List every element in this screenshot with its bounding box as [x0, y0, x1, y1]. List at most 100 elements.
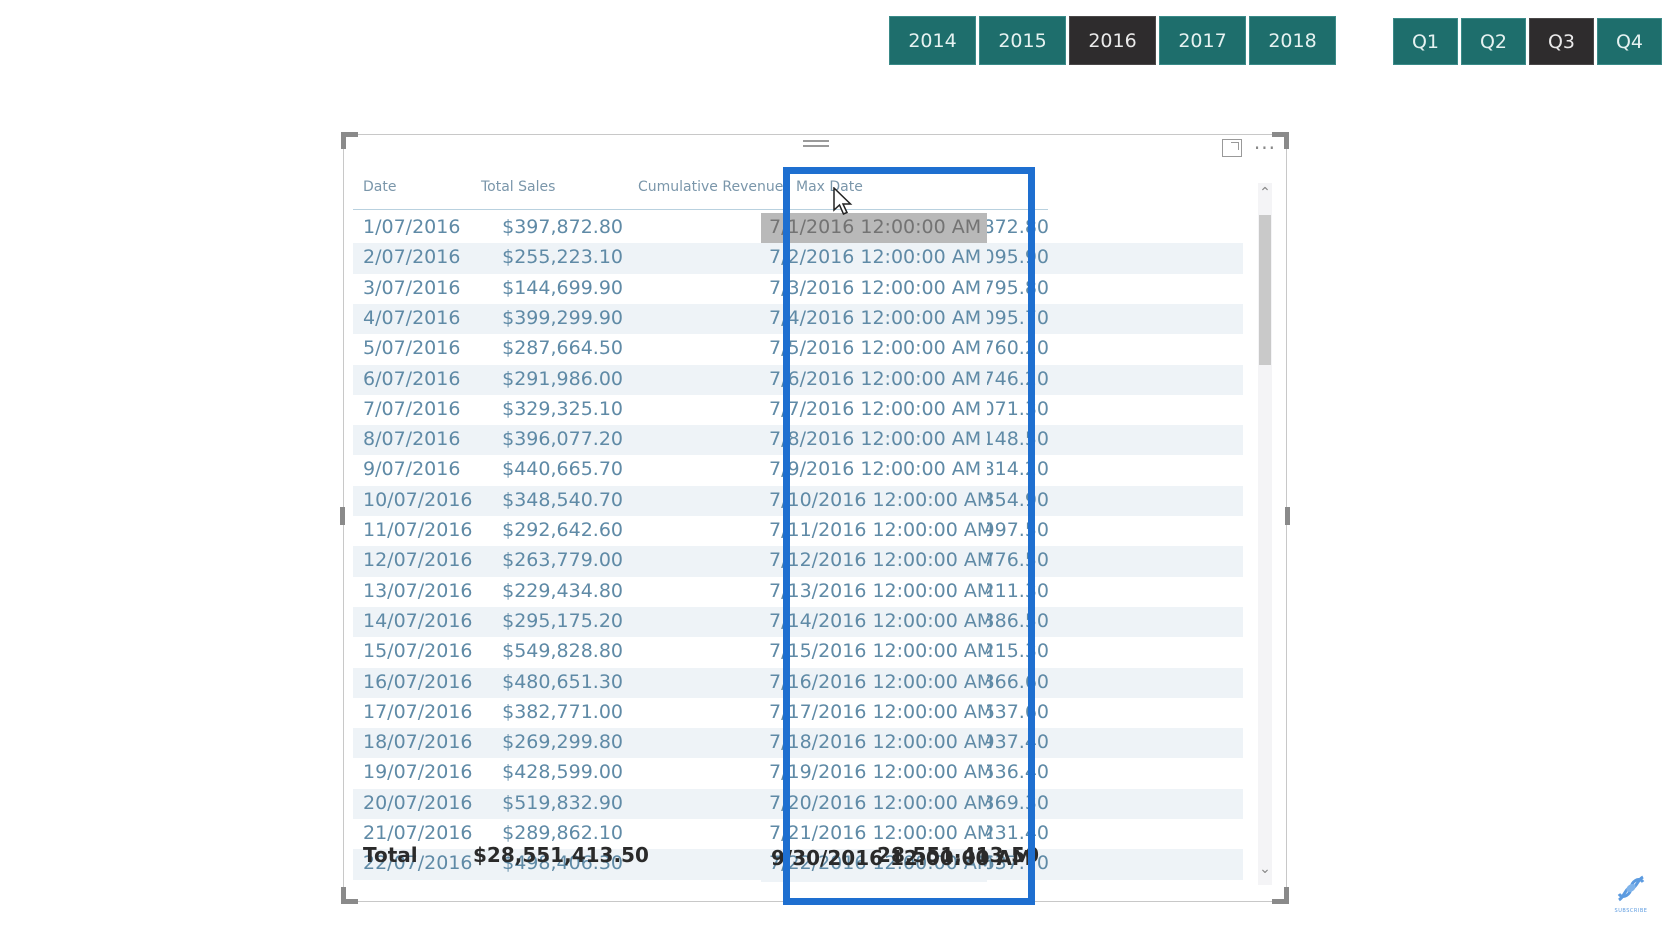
- table-row[interactable]: 2/07/2016 $255,223.10 653,095.90 7/2/2016 1…: [353, 243, 1243, 277]
- table-row[interactable]: 4/07/2016$399,299.901,197,095.707/4/2016…: [353, 303, 1243, 337]
- table-row[interactable]: 9/07/2016$440,665.702,942,814.207/9/2016…: [353, 455, 1243, 489]
- total-sales-cell: $295,175.20: [502, 609, 623, 632]
- total-sales-cell: $263,779.00: [502, 549, 623, 572]
- table-row[interactable]: 18/07/2016$269,299.806,054,937.407/18/20…: [353, 728, 1243, 762]
- date-cell: 2/07/2016: [363, 246, 461, 269]
- max-date-cell: 7/1/2016 12:00:00 AM: [761, 213, 987, 246]
- max-date-cell: 7/11/2016 12:00:00 AM: [761, 516, 993, 549]
- table-row[interactable]: 10/07/2016$348,540.703,291,354.907/10/20…: [353, 485, 1243, 519]
- table-row[interactable]: 16/07/2016$480,651.305,402,866.607/16/20…: [353, 667, 1243, 701]
- drag-grip-icon[interactable]: [803, 137, 829, 150]
- max-date-cell: 7/8/2016 12:00:00 AM: [761, 425, 987, 459]
- max-date-cell: 7/6/2016 12:00:00 AM: [761, 364, 987, 398]
- column-header-cumulative-revenue[interactable]: Cumulative Revenue: [638, 179, 783, 195]
- total-sales-cell: $399,299.90: [502, 306, 623, 329]
- table-row[interactable]: 12/07/2016$263,779.003,847,776.507/12/20…: [353, 546, 1243, 580]
- total-sales-cell: $269,299.80: [502, 731, 623, 754]
- total-sales-cell: $329,325.10: [502, 397, 623, 420]
- max-date-cell: 7/5/2016 12:00:00 AM: [761, 334, 987, 368]
- mouse-cursor-icon: [833, 187, 853, 215]
- total-sales-cell: $519,832.90: [502, 791, 623, 814]
- dna-icon: [1617, 875, 1645, 902]
- subscribe-logo[interactable]: SUBSCRIBE: [1609, 874, 1653, 914]
- total-sales-cell: $348,540.70: [502, 488, 623, 511]
- more-options-icon[interactable]: ···: [1254, 138, 1276, 158]
- focus-mode-icon[interactable]: [1221, 139, 1242, 157]
- total-sales-cell: $289,862.10: [502, 822, 623, 844]
- table-row[interactable]: 19/07/2016$428,599.006,483,536.407/19/20…: [353, 758, 1243, 792]
- header-divider: [353, 209, 1048, 210]
- total-sales-cell: $549,828.80: [502, 640, 623, 663]
- date-cell: 4/07/2016: [363, 306, 461, 329]
- table-row[interactable]: 7/07/2016$329,325.102,106,071.307/7/2016…: [353, 394, 1243, 428]
- resize-handle-left[interactable]: [340, 507, 345, 525]
- max-date-cell: 7/17/2016 12:00:00 AM: [761, 697, 993, 731]
- table-row[interactable]: 5/07/2016$287,664.501,484,760.207/5/2016…: [353, 334, 1243, 368]
- year-button-2014[interactable]: 2014: [889, 16, 976, 65]
- year-button-2016[interactable]: 2016: [1069, 16, 1156, 65]
- max-date-cell: 7/2/2016 12:00:00 AM: [761, 243, 987, 277]
- total-sales-value: $28,551,413.50: [473, 843, 649, 867]
- vertical-scrollbar[interactable]: ⌃ ⌄: [1258, 183, 1272, 885]
- max-date-cell: 7/12/2016 12:00:00 AM: [761, 546, 993, 580]
- date-cell: 1/07/2016: [363, 216, 461, 238]
- max-date-cell: 7/15/2016 12:00:00 AM: [761, 637, 993, 671]
- resize-handle-right[interactable]: [1285, 507, 1290, 525]
- quarter-button-q2[interactable]: Q2: [1461, 18, 1526, 65]
- date-cell: 21/07/2016: [363, 822, 473, 844]
- resize-handle-bottom-left[interactable]: [341, 887, 358, 904]
- max-date-cell: 7/13/2016 12:00:00 AM: [761, 576, 993, 610]
- table-row[interactable]: 14/07/2016$295,175.204,372,386.507/14/20…: [353, 606, 1243, 640]
- table-row[interactable]: 11/07/2016$292,642.603,583,997.507/11/20…: [353, 516, 1243, 549]
- scroll-up-icon[interactable]: ⌃: [1258, 185, 1272, 201]
- year-button-2015[interactable]: 2015: [979, 16, 1066, 65]
- table-visual[interactable]: ··· Date Total Sales Cumulative Revenue …: [340, 132, 1290, 904]
- quarter-button-q3[interactable]: Q3: [1529, 18, 1594, 65]
- resize-handle-bottom-right[interactable]: [1272, 887, 1289, 904]
- total-sales-cell: $397,872.80: [502, 216, 623, 238]
- quarter-slicer: Q1 Q2 Q3 Q4: [1393, 18, 1662, 65]
- column-header-date[interactable]: Date: [363, 179, 396, 195]
- table-row[interactable]: 3/07/2016 $144,699.90 797,795.80 7/3/2016 1…: [353, 273, 1243, 307]
- year-slicer: 2014 2015 2016 2017 2018: [889, 16, 1336, 65]
- date-cell: 13/07/2016: [363, 579, 473, 602]
- date-cell: 5/07/2016: [363, 337, 461, 360]
- date-cell: 9/07/2016: [363, 458, 461, 481]
- table-row[interactable]: 15/07/2016$549,828.804,922,215.307/15/20…: [353, 637, 1243, 671]
- subscribe-label: SUBSCRIBE: [1614, 908, 1648, 914]
- table-row[interactable]: 1/07/2016 $397,872.80 397,872.80 7/1/2016 1…: [353, 213, 1243, 246]
- quarter-button-q4[interactable]: Q4: [1597, 18, 1662, 65]
- year-button-2017[interactable]: 2017: [1159, 16, 1246, 65]
- total-sales-cell: $480,651.30: [502, 670, 623, 693]
- table-row[interactable]: 17/07/2016$382,771.005,785,637.607/17/20…: [353, 697, 1243, 731]
- total-sales-cell: $229,434.80: [502, 579, 623, 602]
- resize-handle-top-left[interactable]: [341, 132, 358, 149]
- total-sales-cell: $255,223.10: [502, 246, 623, 269]
- table-row[interactable]: 6/07/2016$291,986.001,776,746.207/6/2016…: [353, 364, 1243, 398]
- total-sales-cell: $287,664.50: [502, 337, 623, 360]
- total-sales-cell: $291,986.00: [502, 367, 623, 390]
- date-cell: 17/07/2016: [363, 700, 473, 723]
- date-cell: 20/07/2016: [363, 791, 473, 814]
- max-date-cell: 7/19/2016 12:00:00 AM: [761, 758, 993, 792]
- year-button-2018[interactable]: 2018: [1249, 16, 1336, 65]
- total-max-date-value: 9/30/2016 12:00:00 AM: [771, 846, 1032, 870]
- table-row[interactable]: 13/07/2016$229,434.804,077,211.307/13/20…: [353, 576, 1243, 610]
- date-cell: 10/07/2016: [363, 488, 473, 511]
- table-row[interactable]: 8/07/2016$396,077.202,502,148.507/8/2016…: [353, 425, 1243, 459]
- scrollbar-thumb[interactable]: [1259, 215, 1271, 365]
- scroll-down-icon[interactable]: ⌄: [1258, 861, 1272, 877]
- max-date-cell: 7/10/2016 12:00:00 AM: [761, 485, 993, 519]
- max-date-cell: 7/3/2016 12:00:00 AM: [761, 273, 987, 307]
- date-cell: 3/07/2016: [363, 276, 461, 299]
- date-cell: 16/07/2016: [363, 670, 473, 693]
- total-sales-cell: $382,771.00: [502, 700, 623, 723]
- total-label: Total: [363, 843, 418, 867]
- column-header-total-sales[interactable]: Total Sales: [481, 179, 555, 195]
- max-date-cell: 7/20/2016 12:00:00 AM: [761, 788, 993, 822]
- table-row[interactable]: 20/07/2016$519,832.907,003,369.307/20/20…: [353, 788, 1243, 822]
- date-cell: 19/07/2016: [363, 761, 473, 784]
- date-cell: 8/07/2016: [363, 428, 461, 451]
- quarter-button-q1[interactable]: Q1: [1393, 18, 1458, 65]
- max-date-cell: 7/4/2016 12:00:00 AM: [761, 303, 987, 337]
